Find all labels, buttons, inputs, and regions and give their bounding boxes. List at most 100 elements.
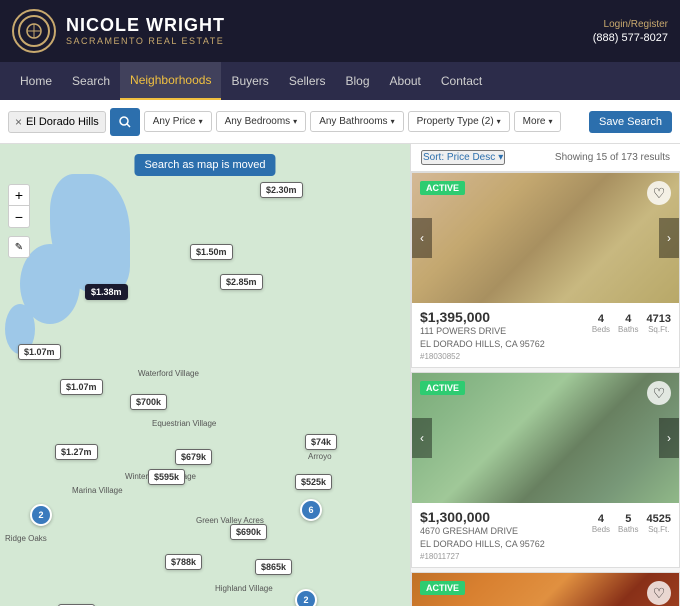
nav-blog[interactable]: Blog [336, 62, 380, 100]
prev-image-button-2[interactable]: ‹ [412, 418, 432, 458]
equestrian-village-label: Equestrian Village [152, 419, 216, 428]
price-marker-m7[interactable]: $700k [130, 394, 167, 410]
price-marker-m12[interactable]: $690k [230, 524, 267, 540]
cluster-marker-c3[interactable]: 2 [295, 589, 317, 606]
listing-info-1: $1,395,000 111 POWERS DRIVEEL DORADO HIL… [412, 303, 679, 367]
main-content: Waterford Village Equestrian Village Mar… [0, 144, 680, 606]
price-marker-m4[interactable]: $2.85m [220, 274, 263, 290]
listing-price-1: $1,395,000 [420, 309, 545, 325]
proptype-dropdown-arrow: ▾ [497, 117, 501, 126]
location-tag: × El Dorado Hills [8, 111, 106, 133]
cluster-marker-c1[interactable]: 2 [30, 504, 52, 526]
login-register-link[interactable]: Login/Register [604, 19, 668, 30]
listing-price-2: $1,300,000 [420, 509, 545, 525]
beds-dropdown-arrow: ▾ [293, 117, 297, 126]
listing-address-1: 111 POWERS DRIVEEL DORADO HILLS, CA 9576… [420, 325, 545, 350]
favorite-button-2[interactable]: ♡ [647, 381, 671, 405]
nav-about[interactable]: About [380, 62, 431, 100]
price-filter[interactable]: Any Price ▾ [144, 111, 212, 132]
search-icon [119, 116, 131, 128]
listing-image-1: ACTIVE ♡ ‹ › [412, 173, 679, 303]
property-type-filter[interactable]: Property Type (2) ▾ [408, 111, 510, 132]
nav-home[interactable]: Home [10, 62, 62, 100]
next-image-button-2[interactable]: › [659, 418, 679, 458]
more-filter[interactable]: More ▾ [514, 111, 562, 132]
listing-details-1: 4 Beds 4 Baths 4713 Sq.Ft. [592, 313, 671, 334]
price-marker-m11[interactable]: $74k [305, 434, 337, 450]
nav-search[interactable]: Search [62, 62, 120, 100]
price-marker-m15[interactable]: $865k [255, 559, 292, 575]
sqft-detail-1: 4713 Sq.Ft. [647, 313, 671, 334]
beds-detail-1: 4 Beds [592, 313, 610, 334]
favorite-button-3[interactable]: ♡ [647, 581, 671, 605]
logo-sub: SACRAMENTO REAL ESTATE [66, 36, 225, 46]
sort-arrow: ▾ [498, 152, 503, 163]
listing-card-3[interactable]: ACTIVE ♡ ‹ › $1,375,000 1506 BOLIVAR COU… [411, 572, 680, 606]
more-dropdown-arrow: ▾ [548, 117, 552, 126]
map-zoom-controls: + − [8, 184, 30, 228]
price-marker-m13[interactable]: $1.27m [55, 444, 98, 460]
nav-buyers[interactable]: Buyers [221, 62, 278, 100]
listing-card-2[interactable]: ACTIVE ♡ ‹ › $1,300,000 4670 GRESHAM DRI… [411, 372, 680, 568]
ridge-oaks-label: Ridge Oaks [5, 534, 47, 543]
next-image-button-1[interactable]: › [659, 218, 679, 258]
logo-area: NICOLE WRIGHT SACRAMENTO REAL ESTATE [12, 9, 225, 53]
location-clear[interactable]: × [15, 115, 22, 129]
price-marker-m8[interactable]: $679k [175, 449, 212, 465]
search-as-moved-button[interactable]: Search as map is moved [134, 154, 275, 176]
nav-contact[interactable]: Contact [431, 62, 492, 100]
results-header: Sort: Price Desc ▾ Showing 15 of 173 res… [411, 144, 680, 172]
marina-village-label: Marina Village [72, 486, 123, 495]
save-search-button[interactable]: Save Search [589, 111, 672, 133]
listing-card-1[interactable]: ACTIVE ♡ ‹ › $1,395,000 111 POWERS DRIVE… [411, 172, 680, 368]
prev-image-button-1[interactable]: ‹ [412, 218, 432, 258]
price-marker-m5[interactable]: $1.07m [18, 344, 61, 360]
price-marker-m10[interactable]: $525k [295, 474, 332, 490]
listing-info-2: $1,300,000 4670 GRESHAM DRIVEEL DORADO H… [412, 503, 679, 567]
listing-id-1: #18030852 [420, 352, 545, 361]
price-marker-m1[interactable]: $2.30m [260, 182, 303, 198]
logo-text: NICOLE WRIGHT SACRAMENTO REAL ESTATE [66, 16, 225, 46]
cluster-marker-c2[interactable]: 6 [300, 499, 322, 521]
listing-details-2: 4 Beds 5 Baths 4525 Sq.Ft. [592, 513, 671, 534]
map-area[interactable]: Waterford Village Equestrian Village Mar… [0, 144, 410, 606]
listing-image-3: ACTIVE ♡ ‹ › [412, 573, 679, 606]
active-badge-3: ACTIVE [420, 581, 465, 595]
bedrooms-filter[interactable]: Any Bedrooms ▾ [216, 111, 307, 132]
price-marker-m6[interactable]: $1.07m [60, 379, 103, 395]
right-panel: Sort: Price Desc ▾ Showing 15 of 173 res… [410, 144, 680, 606]
price-marker-m14[interactable]: $788k [165, 554, 202, 570]
favorite-button-1[interactable]: ♡ [647, 181, 671, 205]
listing-image-2: ACTIVE ♡ ‹ › [412, 373, 679, 503]
search-button[interactable] [110, 108, 140, 136]
logo-icon [12, 9, 56, 53]
active-badge-1: ACTIVE [420, 181, 465, 195]
zoom-in-button[interactable]: + [8, 184, 30, 206]
results-count: Showing 15 of 173 results [555, 152, 670, 163]
price-marker-m9[interactable]: $595k [148, 469, 185, 485]
sort-button[interactable]: Sort: Price Desc ▾ [421, 150, 505, 165]
search-bar: × El Dorado Hills Any Price ▾ Any Bedroo… [0, 100, 680, 144]
highland-village-label: Highland Village [215, 584, 273, 593]
price-marker-m2[interactable]: $1.50m [190, 244, 233, 260]
nav-neighborhoods[interactable]: Neighborhoods [120, 62, 221, 100]
sort-label: Sort: Price Desc [423, 152, 495, 163]
sqft-detail-2: 4525 Sq.Ft. [647, 513, 671, 534]
arroyo-label: Arroyo [308, 452, 332, 461]
map-background [0, 144, 410, 606]
header: NICOLE WRIGHT SACRAMENTO REAL ESTATE Log… [0, 0, 680, 62]
price-marker-m3[interactable]: $1.38m [85, 284, 128, 300]
phone-number: (888) 577-8027 [593, 32, 668, 44]
bathrooms-filter[interactable]: Any Bathrooms ▾ [310, 111, 403, 132]
nav-sellers[interactable]: Sellers [279, 62, 336, 100]
waterford-village-label: Waterford Village [138, 369, 199, 378]
location-value: El Dorado Hills [26, 116, 99, 128]
beds-detail-2: 4 Beds [592, 513, 610, 534]
listing-id-2: #18011727 [420, 552, 545, 561]
logo-name: NICOLE WRIGHT [66, 16, 225, 36]
zoom-out-button[interactable]: − [8, 206, 30, 228]
listings-container: ACTIVE ♡ ‹ › $1,395,000 111 POWERS DRIVE… [411, 172, 680, 606]
map-edit-button[interactable]: ✎ [8, 236, 30, 258]
baths-dropdown-arrow: ▾ [391, 117, 395, 126]
logo-svg [25, 22, 43, 40]
